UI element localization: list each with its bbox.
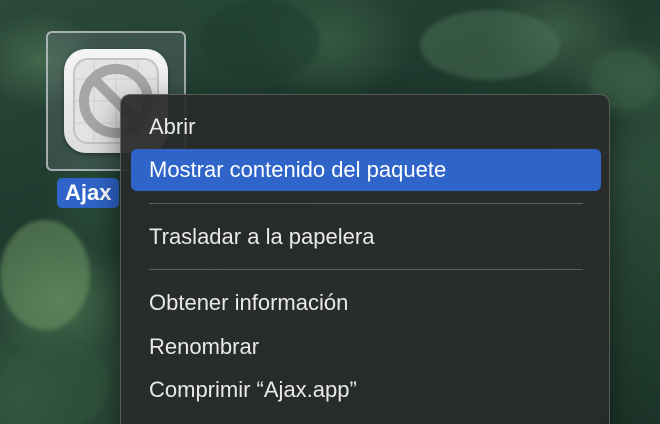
context-menu: Abrir Mostrar contenido del paquete Tras… <box>120 94 610 424</box>
menu-item-show-package-contents[interactable]: Mostrar contenido del paquete <box>131 149 601 191</box>
menu-item-get-info[interactable]: Obtener información <box>131 282 601 324</box>
wallpaper-foliage <box>0 220 90 330</box>
menu-item-rename[interactable]: Renombrar <box>131 326 601 368</box>
wallpaper-foliage <box>0 340 110 424</box>
menu-separator <box>149 269 583 270</box>
menu-separator <box>149 203 583 204</box>
file-name-label[interactable]: Ajax <box>57 178 120 208</box>
wallpaper-foliage <box>200 0 320 80</box>
menu-item-open[interactable]: Abrir <box>131 106 601 148</box>
wallpaper-foliage <box>420 10 560 80</box>
menu-item-compress[interactable]: Comprimir “Ajax.app” <box>131 369 601 411</box>
menu-item-move-to-trash[interactable]: Trasladar a la papelera <box>131 216 601 258</box>
desktop[interactable]: Ajax Abrir Mostrar contenido del paquete… <box>0 0 660 424</box>
